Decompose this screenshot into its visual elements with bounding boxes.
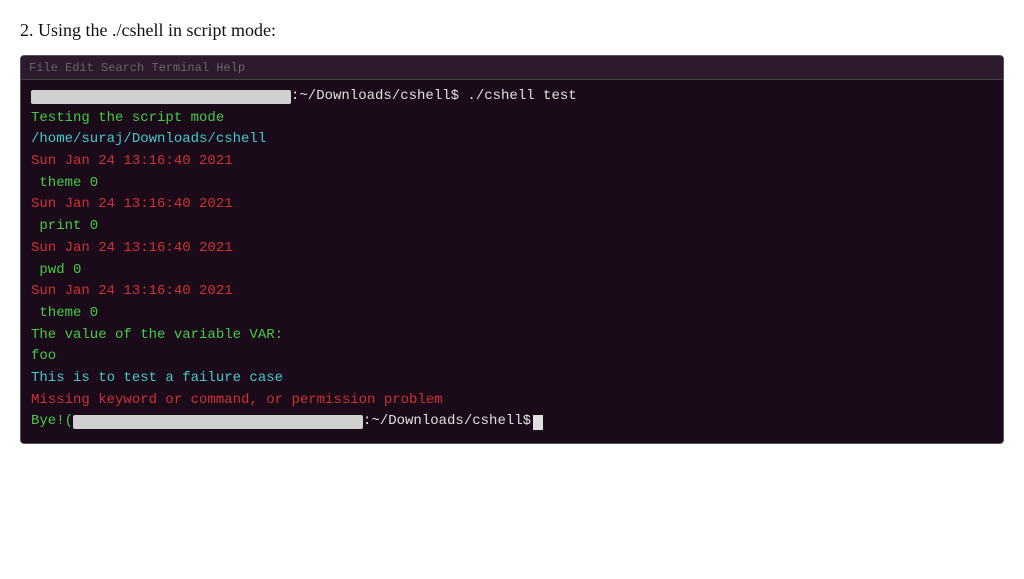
prompt-text-bottom: :~/Downloads/cshell$: [363, 411, 531, 433]
terminal-line-2: /home/suraj/Downloads/cshell: [31, 129, 993, 151]
titlebar-text: File Edit Search Terminal Help: [29, 61, 245, 75]
bye-label: Bye!(: [31, 411, 73, 433]
terminal-line-4: theme 0: [31, 173, 993, 195]
redacted-username-bottom: [73, 415, 363, 429]
terminal-line-prompt-bottom: Bye!( :~/Downloads/cshell$: [31, 411, 993, 433]
terminal-line-11: The value of the variable VAR:: [31, 325, 993, 347]
terminal-line-1: Testing the script mode: [31, 108, 993, 130]
terminal-line-10: theme 0: [31, 303, 993, 325]
terminal-line-6: print 0: [31, 216, 993, 238]
terminal-line-5: Sun Jan 24 13:16:40 2021: [31, 194, 993, 216]
terminal-line-8: pwd 0: [31, 260, 993, 282]
redacted-username-top: [31, 90, 291, 104]
terminal-line-3: Sun Jan 24 13:16:40 2021: [31, 151, 993, 173]
terminal-line-9: Sun Jan 24 13:16:40 2021: [31, 281, 993, 303]
terminal-window: File Edit Search Terminal Help :~/Downlo…: [20, 55, 1004, 444]
terminal-line-13: This is to test a failure case: [31, 368, 993, 390]
section-heading: 2. Using the ./cshell in script mode:: [20, 20, 1004, 41]
terminal-line-7: Sun Jan 24 13:16:40 2021: [31, 238, 993, 260]
terminal-titlebar: File Edit Search Terminal Help: [21, 56, 1003, 80]
terminal-body: :~/Downloads/cshell$ ./cshell test Testi…: [21, 80, 1003, 443]
prompt-text-top: :~/Downloads/cshell$ ./cshell test: [291, 86, 577, 108]
terminal-line-12: foo: [31, 346, 993, 368]
terminal-line-prompt-top: :~/Downloads/cshell$ ./cshell test: [31, 86, 993, 108]
terminal-cursor: [533, 415, 543, 430]
terminal-line-14: Missing keyword or command, or permissio…: [31, 390, 993, 412]
